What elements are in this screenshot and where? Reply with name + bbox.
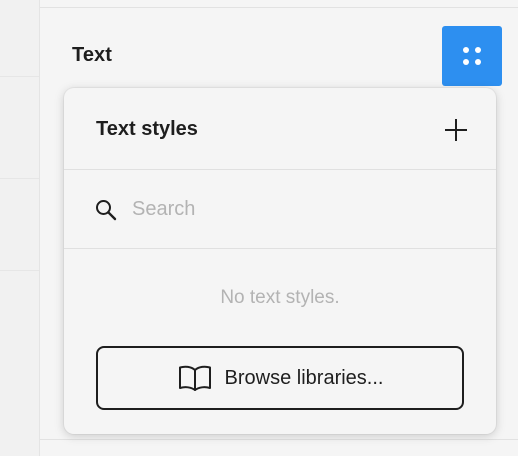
panel-divider — [40, 7, 518, 8]
text-styles-button[interactable] — [442, 26, 502, 86]
browse-button-content: Browse libraries... — [98, 348, 462, 408]
panel-divider — [40, 439, 518, 440]
search-input[interactable] — [132, 194, 452, 224]
search-row[interactable] — [64, 170, 496, 248]
app-stage: Text Text styles Search No text styles. … — [0, 0, 518, 456]
canvas-line — [0, 178, 39, 179]
popover-header: Text styles — [64, 88, 496, 170]
canvas-line — [0, 76, 39, 77]
canvas-edge — [0, 0, 40, 456]
section-title: Text — [72, 44, 113, 66]
four-dots-icon — [463, 47, 469, 53]
popover-title: Text styles — [96, 118, 198, 140]
search-icon — [96, 200, 117, 221]
four-dots-icon — [463, 59, 469, 65]
four-dots-icon — [475, 59, 481, 65]
four-dots-icon — [475, 47, 481, 53]
browse-libraries-label: Browse libraries... — [224, 366, 384, 389]
add-style-button[interactable] — [440, 114, 472, 146]
plus-icon — [445, 119, 467, 141]
empty-state-text: No text styles. — [220, 287, 340, 308]
book-icon — [178, 365, 211, 391]
browse-libraries-button[interactable]: Browse libraries... — [96, 346, 464, 410]
text-styles-popover: Text styles No text styles. — [64, 88, 496, 434]
divider — [64, 248, 496, 249]
canvas-line — [0, 270, 39, 271]
